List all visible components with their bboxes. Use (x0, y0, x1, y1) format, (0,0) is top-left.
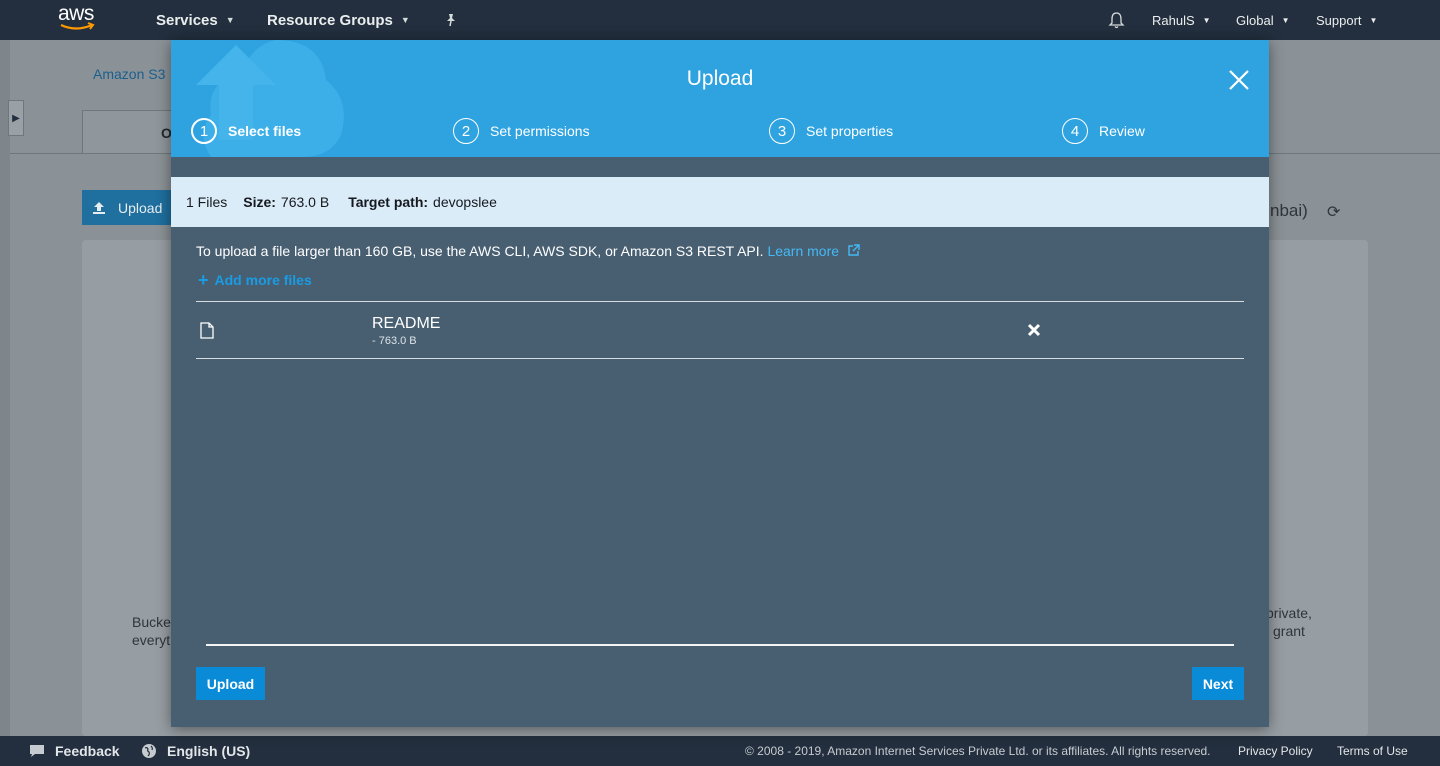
background-upload-button[interactable]: Upload (82, 190, 182, 225)
background-text-line: Bucke (132, 614, 171, 630)
chevron-down-icon: ▼ (1281, 15, 1290, 25)
resource-groups-menu[interactable]: Resource Groups ▼ (267, 0, 410, 40)
upload-button[interactable]: Upload (196, 667, 265, 700)
chevron-down-icon: ▼ (225, 15, 235, 25)
target-path-label: Target path: (348, 194, 429, 210)
resource-groups-label: Resource Groups (267, 11, 393, 29)
background-text-line: grant (1273, 623, 1305, 639)
services-label: Services (156, 11, 218, 29)
file-size: - 763.0 B (372, 335, 417, 347)
region-label: Global (1236, 12, 1274, 28)
size-label: Size: (243, 194, 276, 210)
left-sidebar-collapsed (0, 40, 10, 736)
services-menu[interactable]: Services ▼ (156, 0, 235, 40)
add-more-files-button[interactable]: + Add more files (198, 270, 312, 290)
step-set-properties[interactable]: 3 Set properties (769, 118, 893, 144)
language-selector[interactable]: English (US) (141, 736, 250, 766)
add-more-files-label: Add more files (214, 272, 312, 288)
upload-icon (93, 201, 105, 214)
background-region-text: nbai) (1270, 201, 1308, 220)
copyright-text: © 2008 - 2019, Amazon Internet Services … (745, 744, 1211, 758)
step-label: Set permissions (490, 123, 590, 139)
step-number: 2 (453, 118, 479, 144)
support-label: Support (1316, 12, 1362, 28)
close-icon[interactable] (1227, 68, 1251, 92)
refresh-icon[interactable]: ⟳ (1327, 202, 1343, 221)
aws-logo[interactable]: aws (58, 2, 104, 34)
size-value: 763.0 B (280, 194, 330, 210)
modal-title: Upload (686, 67, 754, 90)
learn-more-link[interactable]: Learn more (767, 243, 860, 259)
step-label: Set properties (806, 123, 894, 139)
bell-icon (1108, 12, 1125, 29)
learn-more-label: Learn more (767, 243, 840, 259)
step-review[interactable]: 4 Review (1062, 118, 1145, 144)
feedback-label: Feedback (55, 743, 120, 759)
user-menu[interactable]: RahulS ▼ (1152, 0, 1211, 40)
upload-summary-bar: 1 Files Size: 763.0 B Target path: devop… (171, 177, 1269, 227)
step-label: Select files (228, 123, 302, 139)
upload-modal: Upload 1 Select files 2 Set permissions … (171, 40, 1269, 727)
step-number: 3 (769, 118, 795, 144)
remove-file-icon[interactable] (1027, 323, 1041, 337)
large-file-notice: To upload a file larger than 160 GB, use… (196, 243, 860, 259)
language-label: English (US) (167, 743, 251, 759)
step-number: 1 (191, 118, 217, 144)
footer-bar: Feedback English (US) © 2008 - 2019, Ama… (0, 736, 1440, 766)
background-upload-label: Upload (118, 199, 163, 216)
chevron-down-icon: ▼ (1202, 15, 1211, 25)
sidebar-expand-button[interactable]: ▶ (8, 100, 24, 136)
notice-text: To upload a file larger than 160 GB, use… (196, 243, 764, 259)
next-button[interactable]: Next (1192, 667, 1244, 700)
file-list: README - 763.0 B (196, 301, 1244, 359)
background-text-right: private, grant (1266, 604, 1312, 640)
tab-overview[interactable]: O (82, 110, 182, 154)
privacy-policy-link[interactable]: Privacy Policy (1238, 736, 1313, 766)
user-name: RahulS (1152, 12, 1195, 28)
chevron-down-icon: ▼ (400, 15, 410, 25)
target-path-value: devopslee (433, 194, 497, 210)
plus-icon: + (198, 270, 209, 290)
step-set-permissions[interactable]: 2 Set permissions (453, 118, 590, 144)
file-icon (200, 322, 214, 339)
chevron-down-icon: ▼ (1369, 15, 1378, 25)
notifications-button[interactable] (1108, 0, 1125, 40)
speech-bubble-icon (30, 745, 44, 757)
upload-progress-divider (206, 644, 1234, 646)
top-navigation-bar: aws Services ▼ Resource Groups ▼ RahulS … (0, 0, 1440, 40)
file-name: README (372, 315, 441, 332)
aws-smile-icon (60, 22, 95, 30)
step-label: Review (1099, 123, 1145, 139)
pin-button[interactable] (444, 0, 458, 40)
aws-logo-text: aws (58, 2, 94, 25)
background-text-left: Bucke everyt (132, 613, 171, 649)
step-number: 4 (1062, 118, 1088, 144)
support-menu[interactable]: Support ▼ (1316, 0, 1377, 40)
breadcrumb-s3[interactable]: Amazon S3 (93, 66, 165, 82)
region-menu[interactable]: Global ▼ (1236, 0, 1290, 40)
background-text-line: everyt (132, 632, 171, 648)
background-text-line: private, (1266, 605, 1312, 621)
terms-of-use-link[interactable]: Terms of Use (1337, 736, 1408, 766)
globe-icon (142, 744, 156, 758)
pin-icon (447, 14, 455, 27)
external-link-icon (848, 244, 860, 256)
step-select-files[interactable]: 1 Select files (191, 118, 301, 144)
chevron-right-icon: ▶ (12, 112, 20, 124)
modal-header: Upload 1 Select files 2 Set permissions … (171, 40, 1269, 157)
file-count: 1 Files (186, 194, 228, 210)
feedback-button[interactable]: Feedback (28, 736, 120, 766)
